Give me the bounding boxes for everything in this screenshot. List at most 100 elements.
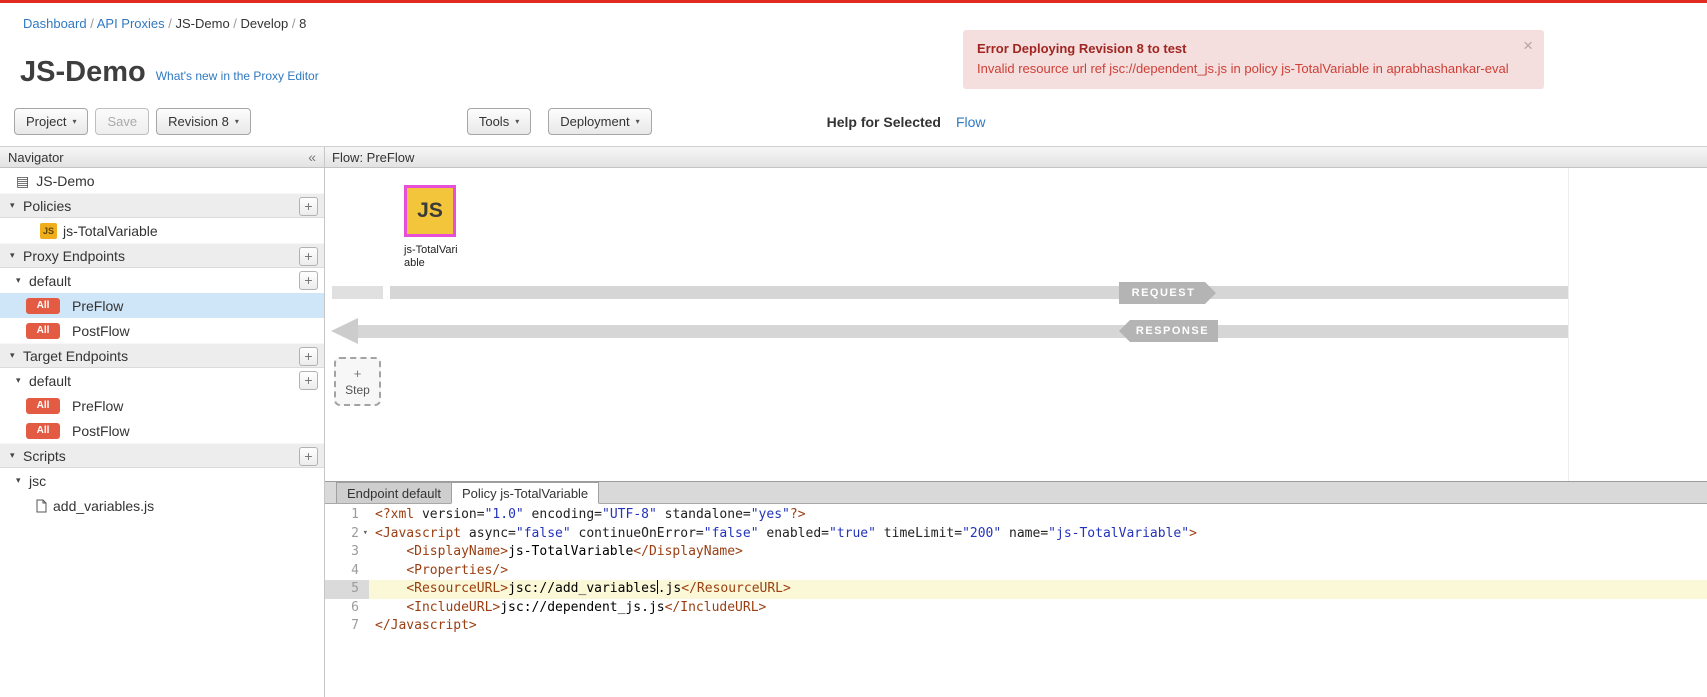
nav-item-proxy-postflow[interactable]: All PostFlow: [0, 318, 324, 343]
page-title: JS-Demo: [20, 58, 146, 87]
breadcrumb-item: JS-Demo: [176, 16, 230, 31]
editor-tabbar: Endpoint default Policy js-TotalVariable: [325, 482, 1707, 504]
nav-item-jsc-folder[interactable]: ▾ jsc: [0, 468, 324, 493]
response-arrowhead-icon: [331, 318, 358, 344]
request-flow-bar: [390, 286, 1568, 299]
add-proxy-endpoint-button[interactable]: +: [299, 247, 318, 266]
error-toast: × Error Deploying Revision 8 to test Inv…: [963, 30, 1544, 89]
nav-item-policy-js-totalvariable[interactable]: JS js-TotalVariable: [0, 218, 324, 243]
all-conditions-badge: All: [26, 398, 60, 414]
code-text: <ResourceURL>jsc://add_variables.js</Res…: [369, 580, 791, 599]
all-conditions-badge: All: [26, 298, 60, 314]
chevron-down-icon[interactable]: ▾: [10, 450, 21, 461]
section-label: Proxy Endpoints: [23, 248, 125, 264]
line-number: 4: [325, 562, 369, 581]
section-target-endpoints[interactable]: ▾ Target Endpoints +: [0, 343, 324, 368]
nav-item-label: default: [29, 273, 71, 289]
add-flow-button[interactable]: +: [299, 371, 318, 390]
project-button[interactable]: Project ▾: [14, 108, 88, 135]
project-button-label: Project: [26, 114, 66, 129]
nav-item-proxy-default[interactable]: ▾ default +: [0, 268, 324, 293]
add-policy-button[interactable]: +: [299, 197, 318, 216]
all-conditions-badge: All: [26, 323, 60, 339]
whats-new-link[interactable]: What's new in the Proxy Editor: [156, 69, 319, 83]
revision-button[interactable]: Revision 8 ▾: [156, 108, 251, 135]
chevron-down-icon[interactable]: ▾: [16, 275, 27, 286]
response-flow-bar: [358, 325, 1568, 338]
section-policies[interactable]: ▾ Policies +: [0, 193, 324, 218]
section-proxy-endpoints[interactable]: ▾ Proxy Endpoints +: [0, 243, 324, 268]
nav-item-label: JS-Demo: [36, 173, 94, 189]
navigator-title: Navigator: [8, 150, 64, 165]
line-number: 6: [325, 599, 369, 618]
flow-header-label: Flow: PreFlow: [332, 150, 414, 165]
canvas-edge-divider: [1568, 168, 1569, 481]
navigator-header: Navigator «: [0, 147, 324, 168]
chevron-down-icon[interactable]: ▾: [10, 250, 21, 261]
breadcrumb-item[interactable]: API Proxies: [97, 16, 165, 31]
code-text: <Properties/>: [369, 562, 508, 581]
add-flow-button[interactable]: +: [299, 271, 318, 290]
breadcrumb-item[interactable]: Dashboard: [23, 16, 87, 31]
code-line: 6 <IncludeURL>jsc://dependent_js.js</Inc…: [325, 599, 1707, 618]
code-line: 2▾<Javascript async="false" continueOnEr…: [325, 525, 1707, 544]
chevron-down-icon[interactable]: ▾: [10, 200, 21, 211]
nav-item-proxy-preflow[interactable]: All PreFlow: [0, 293, 324, 318]
js-policy-icon: JS: [40, 223, 57, 239]
navigator-panel: Navigator « ▤ JS-Demo ▾ Policies + JS js…: [0, 147, 325, 697]
flow-panel-header: Flow: PreFlow: [325, 147, 1707, 168]
section-scripts[interactable]: ▾ Scripts +: [0, 443, 324, 468]
nav-item-script-file[interactable]: add_variables.js: [0, 493, 324, 518]
response-arrow-label: RESPONSE: [1119, 320, 1218, 342]
save-button-label: Save: [107, 114, 137, 129]
caret-down-icon: ▾: [72, 117, 76, 126]
code-line: 1<?xml version="1.0" encoding="UTF-8" st…: [325, 506, 1707, 525]
breadcrumb-separator: /: [230, 16, 241, 31]
add-step-button-label: Step: [345, 383, 370, 397]
chevron-down-icon[interactable]: ▾: [16, 475, 27, 486]
main-area: Navigator « ▤ JS-Demo ▾ Policies + JS js…: [0, 146, 1707, 697]
js-policy-node[interactable]: JS: [404, 185, 456, 237]
line-number: 3: [325, 543, 369, 562]
line-number: 7: [325, 617, 369, 636]
nav-item-label: PostFlow: [72, 323, 130, 339]
all-conditions-badge: All: [26, 423, 60, 439]
add-target-endpoint-button[interactable]: +: [299, 347, 318, 366]
code-line: 7</Javascript>: [325, 617, 1707, 636]
line-number: 2▾: [325, 525, 369, 544]
code-line: 4 <Properties/>: [325, 562, 1707, 581]
tools-button[interactable]: Tools ▾: [467, 108, 531, 135]
close-icon[interactable]: ×: [1523, 36, 1533, 56]
nav-item-label: add_variables.js: [53, 498, 154, 514]
tools-button-label: Tools: [479, 114, 509, 129]
revision-button-label: Revision 8: [168, 114, 229, 129]
add-script-button[interactable]: +: [299, 447, 318, 466]
tab-policy-js-totalvariable[interactable]: Policy js-TotalVariable: [451, 482, 599, 504]
flow-editor-panel: Flow: PreFlow JS js-TotalVariable REQUES…: [325, 147, 1707, 697]
plus-icon: +: [354, 367, 362, 380]
tab-endpoint-default[interactable]: Endpoint default: [336, 482, 452, 503]
code-text: </Javascript>: [369, 617, 477, 636]
nav-item-target-preflow[interactable]: All PreFlow: [0, 393, 324, 418]
breadcrumb-separator: /: [87, 16, 97, 31]
collapse-panel-icon[interactable]: «: [308, 149, 316, 165]
nav-item-target-default[interactable]: ▾ default +: [0, 368, 324, 393]
request-arrow-label: REQUEST: [1119, 282, 1216, 304]
section-label: Scripts: [23, 448, 66, 464]
line-number: 1: [325, 506, 369, 525]
save-button[interactable]: Save: [95, 108, 149, 135]
code-area[interactable]: 1<?xml version="1.0" encoding="UTF-8" st…: [325, 504, 1707, 697]
chevron-down-icon[interactable]: ▾: [10, 350, 21, 361]
chevron-down-icon[interactable]: ▾: [16, 375, 27, 386]
code-line: 3 <DisplayName>js-TotalVariable</Display…: [325, 543, 1707, 562]
deployment-button[interactable]: Deployment ▾: [548, 108, 651, 135]
caret-down-icon: ▾: [515, 117, 519, 126]
code-text: <?xml version="1.0" encoding="UTF-8" sta…: [369, 506, 806, 525]
flow-link[interactable]: Flow: [956, 114, 986, 130]
nav-item-proxy-root[interactable]: ▤ JS-Demo: [0, 168, 324, 193]
add-step-button[interactable]: + Step: [334, 357, 381, 406]
fold-arrow-icon[interactable]: ▾: [363, 529, 368, 538]
nav-item-target-postflow[interactable]: All PostFlow: [0, 418, 324, 443]
deployment-button-label: Deployment: [560, 114, 629, 129]
nav-item-label: PreFlow: [72, 398, 123, 414]
